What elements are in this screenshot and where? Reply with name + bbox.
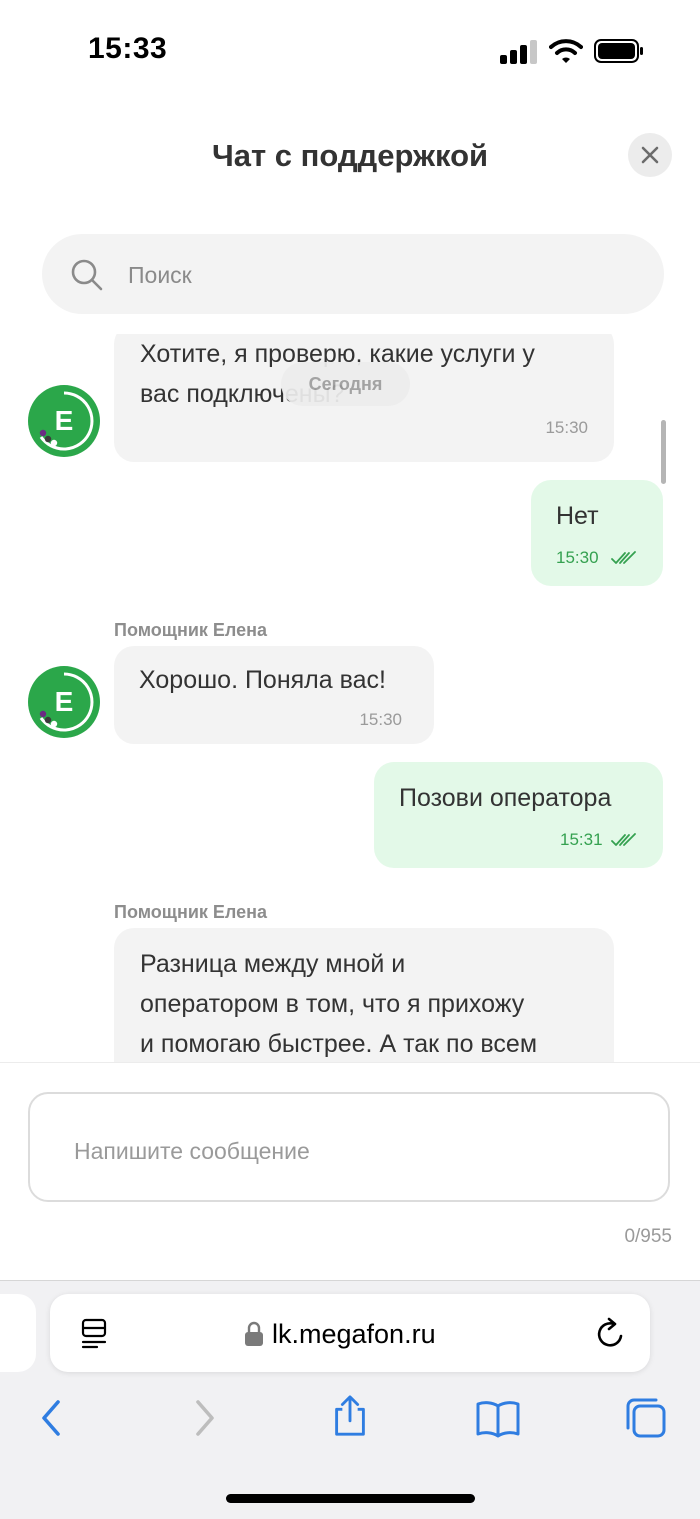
lock-icon [245, 1321, 263, 1346]
double-check-icon [611, 833, 636, 846]
previous-tab[interactable] [0, 1294, 36, 1372]
wifi-icon [549, 39, 583, 63]
close-icon [641, 146, 659, 164]
avatar: Е [28, 666, 100, 738]
sender-name: Помощник Елена [114, 620, 267, 640]
scrollbar[interactable] [661, 420, 666, 484]
message-text: Позови оператора [399, 784, 612, 812]
avatar-letter: Е [54, 405, 74, 436]
message-text: и помогаю быстрее. А так по всем [140, 1030, 538, 1058]
date-chip: Сегодня [281, 362, 410, 406]
avatar: Е [28, 385, 100, 457]
reader-icon[interactable] [80, 1317, 110, 1349]
incoming-message[interactable]: Хорошо. Поняла вас! 15:30 [114, 646, 434, 744]
search-input[interactable] [126, 256, 630, 294]
url-text[interactable]: lk.megafon.ru [272, 1316, 436, 1352]
search-icon [71, 259, 103, 291]
message-text: Разница между мной и [140, 950, 406, 978]
incoming-message[interactable]: Разница между мной и оператором в том, ч… [114, 928, 614, 1062]
tabs-icon[interactable] [624, 1396, 668, 1440]
forward-icon[interactable] [182, 1396, 226, 1440]
avatar-letter: Е [54, 686, 74, 717]
chat-messages[interactable]: Е Хотите, я проверю, какие услуги у вас … [0, 334, 700, 1062]
sender-name: Помощник Елена [114, 902, 267, 922]
home-indicator [226, 1494, 475, 1503]
double-check-icon [611, 551, 636, 564]
back-icon[interactable] [30, 1396, 74, 1440]
message-time: 15:30 [556, 548, 599, 567]
close-button[interactable] [628, 133, 672, 177]
message-text: Хорошо. Поняла вас! [139, 666, 386, 694]
battery-icon [594, 39, 643, 63]
outgoing-message[interactable]: Нет 15:30 [531, 480, 663, 586]
outgoing-message[interactable]: Позови оператора 15:31 [374, 762, 663, 868]
bookmarks-icon[interactable] [476, 1396, 520, 1440]
page-title: Чат с поддержкой [211, 138, 489, 173]
signal-icon [500, 40, 537, 64]
message-time: 15:30 [545, 418, 588, 437]
message-time: 15:30 [359, 710, 402, 729]
message-text: Нет [556, 502, 599, 530]
reload-icon[interactable] [594, 1316, 628, 1352]
message-text: оператором в том, что я прихожу [140, 990, 525, 1018]
message-input[interactable] [72, 1132, 636, 1170]
share-icon[interactable] [328, 1394, 372, 1438]
message-time: 15:31 [560, 830, 603, 849]
status-time: 15:33 [88, 32, 168, 65]
char-counter: 0/955 [624, 1226, 672, 1247]
